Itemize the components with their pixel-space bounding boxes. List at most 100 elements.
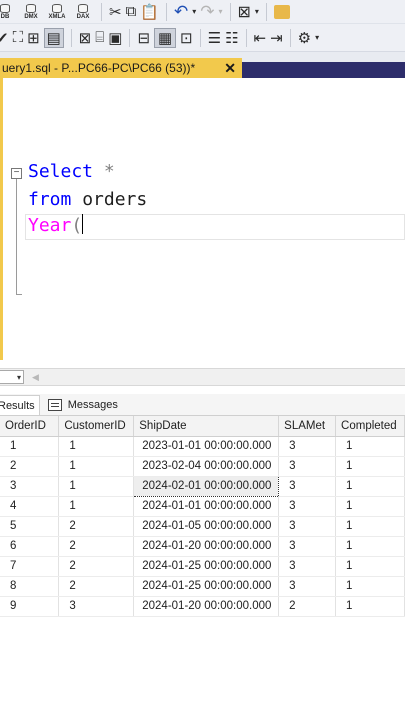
cell[interactable]: 1 [335,436,405,457]
editor-results-splitter[interactable]: ▾ ◀ [0,368,405,386]
table-row[interactable]: 7 2 2024-01-25 00:00:00.000 3 1 [0,556,405,577]
specify-values-icon[interactable]: ⚙ [298,28,311,48]
redo-dropdown-icon[interactable]: ▾ [219,2,223,22]
results-to-grid-icon[interactable]: ▦ [154,27,177,48]
cell[interactable]: 2023-01-01 00:00:00.000 [133,436,280,457]
undo-icon[interactable]: ↶ [174,2,188,22]
cell[interactable]: 3 [278,436,337,457]
cell[interactable]: 5 [0,516,60,537]
tab-results-label: Results [0,399,35,412]
table-row[interactable]: 5 2 2024-01-05 00:00:00.000 3 1 [0,516,405,537]
intellisense-icon[interactable]: ⊠ [79,28,92,48]
cell[interactable]: 2024-01-01 00:00:00.000 [133,496,280,517]
results-grid[interactable]: OrderID CustomerID ShipDate SLAMet Compl… [0,416,405,720]
comment-icon[interactable]: ☰ [208,28,221,48]
table-row[interactable]: 9 3 2024-01-20 00:00:00.000 2 1 [0,596,405,617]
selected-cell[interactable]: 2024-02-01 00:00:00.000 [133,475,280,497]
decrease-indent-icon[interactable]: ⇤ [254,28,267,48]
cell[interactable]: 6 [0,536,60,557]
cell[interactable]: 1 [335,576,405,597]
cell[interactable]: 3 [278,456,337,477]
cell[interactable]: 3 [278,516,337,537]
parse-icon[interactable]: ⛶ [13,28,24,48]
display-plan-icon[interactable]: ⊞ [27,28,40,48]
cell[interactable]: 3 [0,476,60,497]
cell[interactable]: 8 [0,576,60,597]
cell[interactable]: 2 [0,456,60,477]
column-header-customerid[interactable]: CustomerID [58,416,135,437]
uncomment-icon[interactable]: ☷ [225,28,238,48]
undo-dropdown-icon[interactable]: ▾ [192,2,196,22]
column-header-completed[interactable]: Completed [335,416,405,437]
cell[interactable]: 1 [335,596,405,617]
cell[interactable]: 3 [278,576,337,597]
table-row[interactable]: 3 1 2024-02-01 00:00:00.000 3 1 [0,475,405,497]
dmx-query-button[interactable]: DMX [20,2,42,22]
cell[interactable]: 2023-02-04 00:00:00.000 [133,456,280,477]
table-row[interactable]: 2 1 2023-02-04 00:00:00.000 3 1 [0,456,405,477]
redo-icon[interactable]: ↷ [200,2,214,22]
cell[interactable]: 2 [58,576,135,597]
table-row[interactable]: 4 1 2024-01-01 00:00:00.000 3 1 [0,496,405,517]
dropdown-icon[interactable]: ▾ [255,2,259,22]
query-options-icon[interactable]: ▤ [43,27,64,48]
cell[interactable]: 2024-01-25 00:00:00.000 [133,576,280,597]
folder-icon[interactable] [273,2,290,22]
table-row[interactable]: 1 1 2023-01-01 00:00:00.000 3 1 [0,436,405,457]
copy-icon[interactable]: ⧉ [126,2,137,22]
cell[interactable]: 7 [0,556,60,577]
cell[interactable]: 1 [58,456,135,477]
close-icon[interactable]: ✕ [224,60,236,77]
zoom-dropdown[interactable]: ▾ [0,370,24,384]
cell[interactable]: 1 [0,436,60,457]
scroll-left-icon[interactable]: ◀ [32,372,39,383]
cell[interactable]: 2 [278,596,337,617]
cell[interactable]: 1 [58,436,135,457]
cell[interactable]: 3 [278,556,337,577]
table-row[interactable]: 6 2 2024-01-20 00:00:00.000 3 1 [0,536,405,557]
tab-messages[interactable]: Messages [44,395,122,415]
dax-query-button[interactable]: DAX [72,2,94,22]
results-to-file-icon[interactable]: ⊡ [180,28,193,48]
check-icon[interactable]: ✔ [0,28,9,48]
collapse-icon[interactable]: − [11,168,22,179]
cell[interactable]: 1 [335,496,405,517]
cut-icon[interactable]: ✂ [109,2,122,22]
cell[interactable]: 2024-01-20 00:00:00.000 [133,536,280,557]
query-document-tab[interactable]: uery1.sql - P...PC66-PC\PC66 (53))* ✕ [0,58,242,78]
cell[interactable]: 2024-01-25 00:00:00.000 [133,556,280,577]
db-query-button[interactable]: DB [0,2,16,22]
cell[interactable]: 1 [58,476,135,497]
cell[interactable]: 3 [278,536,337,557]
screenshot-icon[interactable]: ⊠ [238,2,251,22]
cell[interactable]: 2 [58,516,135,537]
cell[interactable]: 2024-01-05 00:00:00.000 [133,516,280,537]
column-header-shipdate[interactable]: ShipDate [133,416,280,437]
tab-results[interactable]: Results [0,395,40,415]
client-statistics-icon[interactable]: ▣ [108,28,122,48]
cell[interactable]: 3 [58,596,135,617]
cell[interactable]: 2 [58,536,135,557]
increase-indent-icon[interactable]: ⇥ [270,28,283,48]
cell[interactable]: 3 [278,496,337,517]
include-plan-icon[interactable]: ⌸ [95,28,104,48]
table-row[interactable]: 8 2 2024-01-25 00:00:00.000 3 1 [0,576,405,597]
cell[interactable]: 4 [0,496,60,517]
cell[interactable]: 2 [58,556,135,577]
cell[interactable]: 1 [58,496,135,517]
cell[interactable]: 1 [335,456,405,477]
cell[interactable]: 1 [335,536,405,557]
column-header-slamet[interactable]: SLAMet [278,416,337,437]
column-header-orderid[interactable]: OrderID [0,416,60,437]
results-to-text-icon[interactable]: ⊟ [137,28,150,48]
cell[interactable]: 2024-01-20 00:00:00.000 [133,596,280,617]
paste-icon[interactable]: 📋 [140,2,159,22]
dropdown-icon[interactable]: ▾ [315,28,319,48]
cell[interactable]: 1 [335,476,405,497]
cell[interactable]: 1 [335,516,405,537]
cell[interactable]: 1 [335,556,405,577]
cell[interactable]: 9 [0,596,60,617]
xmla-query-button[interactable]: XMLA [46,2,68,22]
cell[interactable]: 3 [278,476,337,497]
sql-editor[interactable]: − Select * from orders Year( [0,78,405,360]
